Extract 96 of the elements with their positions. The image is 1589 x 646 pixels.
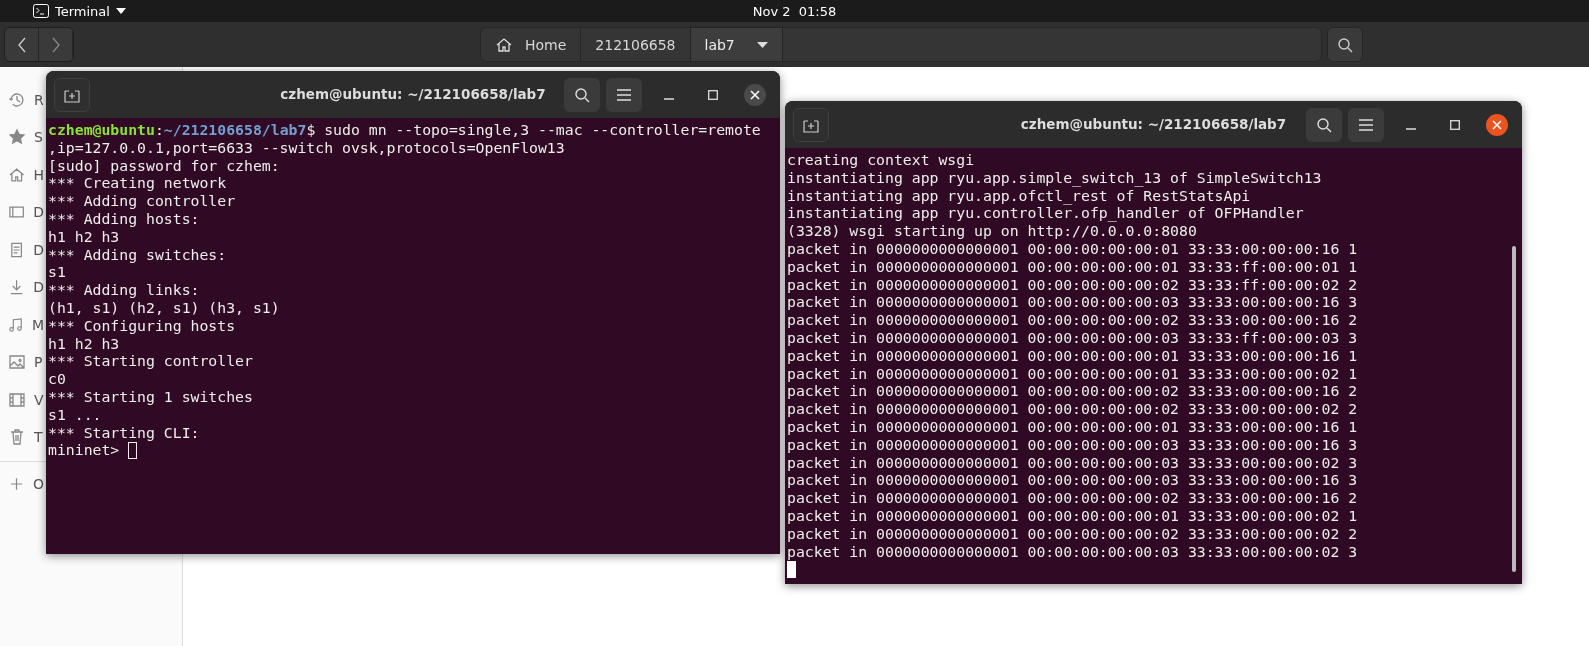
terminal-line: packet in 0000000000000001 00:00:00:00:00:02 33:33:00:00:00:02 2 [787,524,1359,543]
caret-icon [756,41,768,48]
app-menu[interactable]: Terminal [33,1,126,21]
search-icon [1337,36,1353,53]
caret-icon [115,8,126,14]
window-title: czhem@ubuntu: ~/212106658/lab7 [280,86,546,102]
terminal-line: packet in 0000000000000001 00:00:00:00:00:03 33:33:ff:00:00:03 3 [787,328,1359,347]
text-cursor [128,441,138,459]
breadcrumb[interactable]: 212106658 [581,28,691,61]
sidebar-item[interactable]: M [0,306,44,344]
terminal-line: instantiating app ryu.app.ofctl_rest of RestStatsApi [787,186,1252,205]
scrollbar[interactable] [1512,246,1516,572]
sidebar-item[interactable]: D [0,268,44,306]
terminal-line: packet in 0000000000000001 00:00:00:00:00:01 33:33:ff:00:00:01 1 [787,257,1359,276]
text-cursor [787,560,796,578]
terminal-prompt: mininet> [48,441,121,460]
clock-icon [8,90,26,109]
terminal-line: s1 [48,263,67,282]
close-icon [750,89,760,100]
terminal-line: c0 [48,370,67,388]
window-title: czhem@ubuntu: ~/212106658/lab7 [1020,116,1287,132]
sidebar-item[interactable]: R [0,81,44,119]
terminal-line: ,ip=127.0.0.1,port=6633 --switch ovsk,protocols=OpenFlow13 [48,138,566,157]
terminal-line: packet in 0000000000000001 00:00:00:00:00:01 33:33:00:00:00:16 1 [787,417,1359,436]
terminal-line: *** Adding switches: [48,245,228,264]
terminal-line: h1 h2 h3 [48,334,121,353]
menu-button[interactable] [1348,107,1384,142]
terminal-line: *** Adding controller [48,192,237,210]
close-button[interactable] [1486,113,1508,136]
terminal-line: (3328) wsgi starting up on http://0.0.0.0:8080 [787,222,1198,240]
maximize-icon [708,89,718,100]
terminal-line: *** Adding links: [48,281,201,299]
sidebar-item[interactable]: V [0,381,44,419]
star-icon [8,128,26,147]
terminal-line: packet in 0000000000000001 00:00:00:00:00:02 33:33:00:00:00:16 2 [787,382,1359,401]
terminal-line: (h1, s1) (h2, s1) (h3, s1) [48,298,281,317]
new-tab-button[interactable] [793,107,829,142]
menu-icon [617,88,631,101]
image-icon [8,353,26,372]
terminal-line: creating context wsgi [787,151,976,169]
search-icon [1316,116,1332,133]
terminal-line: *** Creating network [48,174,228,193]
terminal-line: packet in 0000000000000001 00:00:00:00:00:03 33:33:00:00:00:16 3 [787,293,1359,312]
music-note-icon [8,315,24,334]
terminal-line: *** Adding hosts: [48,210,201,228]
terminal-line: packet in 0000000000000001 00:00:00:00:00:02 33:33:00:00:00:16 2 [787,489,1359,507]
terminal-line: packet in 0000000000000001 00:00:00:00:00:01 33:33:00:00:00:16 1 [787,346,1359,365]
clock: Nov 2 01:58 [752,3,837,19]
breadcrumb[interactable]: lab7 [690,28,783,61]
sidebar-item[interactable]: D [0,231,44,269]
terminal-line: h1 h2 h3 [48,227,121,246]
terminal-icon [33,4,49,18]
terminal-line: s1 ... [48,405,103,424]
terminal-line: packet in 0000000000000001 00:00:00:00:00:03 33:33:00:00:00:16 3 [787,435,1359,454]
sidebar-item[interactable]: S [0,118,44,156]
terminal-line: packet in 0000000000000001 00:00:00:00:00:01 33:33:00:00:00:02 1 [787,506,1359,525]
terminal-line: packet in 0000000000000001 00:00:00:00:00:01 33:33:00:00:00:16 1 [787,240,1359,258]
terminal-line: *** Configuring hosts [48,316,237,335]
terminal-line: packet in 0000000000000001 00:00:00:00:00:03 33:33:00:00:00:02 3 [787,542,1359,561]
terminal-line: packet in 0000000000000001 00:00:00:00:00:01 33:33:00:00:00:02 1 [787,364,1359,383]
film-icon [8,390,26,409]
search-button[interactable] [1306,107,1342,142]
sidebar-item[interactable]: O [0,465,44,503]
minimize-icon [664,97,674,100]
terminal-line: *** Starting controller [48,352,254,371]
terminal-line: czhem@ubuntu:~/212106658/lab7$ sudo mn --topo=single,3 --mac --controller=remote [48,121,762,139]
menu-icon [1359,118,1373,131]
close-button[interactable] [744,83,766,106]
terminal-line: packet in 0000000000000001 00:00:00:00:00:03 33:33:00:00:00:16 3 [787,471,1359,490]
close-icon [1492,119,1502,130]
terminal-line: [sudo] password for czhem: [48,156,281,175]
sidebar-item[interactable]: D [0,193,44,231]
minimize-icon [1406,127,1416,130]
terminal-line: instantiating app ryu.controller.ofp_handler of OFPHandler [787,204,1305,223]
sidebar-item[interactable]: P [0,343,44,381]
terminal-line: packet in 0000000000000001 00:00:00:00:00:03 33:33:00:00:00:02 3 [787,453,1359,472]
terminal-line: packet in 0000000000000001 00:00:00:00:00:02 33:33:00:00:00:02 2 [787,400,1359,418]
forward-button[interactable] [39,28,73,61]
chevron-right-icon [50,36,61,53]
maximize-icon [1450,119,1460,130]
menu-button[interactable] [606,77,642,112]
back-button[interactable] [5,28,39,61]
search-button[interactable] [1327,27,1363,62]
terminal-line: packet in 0000000000000001 00:00:00:00:00:02 33:33:00:00:00:16 2 [787,311,1359,329]
terminal-line: packet in 0000000000000001 00:00:00:00:00:02 33:33:ff:00:00:02 2 [787,275,1359,294]
terminal-line: *** Starting CLI: [48,423,201,442]
chevron-left-icon [16,36,27,53]
search-button[interactable] [564,77,600,112]
sidebar-item[interactable]: T [0,418,44,456]
sidebar-item[interactable]: H [0,156,44,194]
new-tab-button[interactable] [54,77,90,112]
terminal-line: *** Starting 1 switches [48,387,254,406]
breadcrumb[interactable]: Home [481,28,582,61]
search-icon [574,86,590,103]
terminal-line: instantiating app ryu.app.simple_switch_13 of SimpleSwitch13 [787,168,1323,187]
trash-icon [8,428,26,447]
